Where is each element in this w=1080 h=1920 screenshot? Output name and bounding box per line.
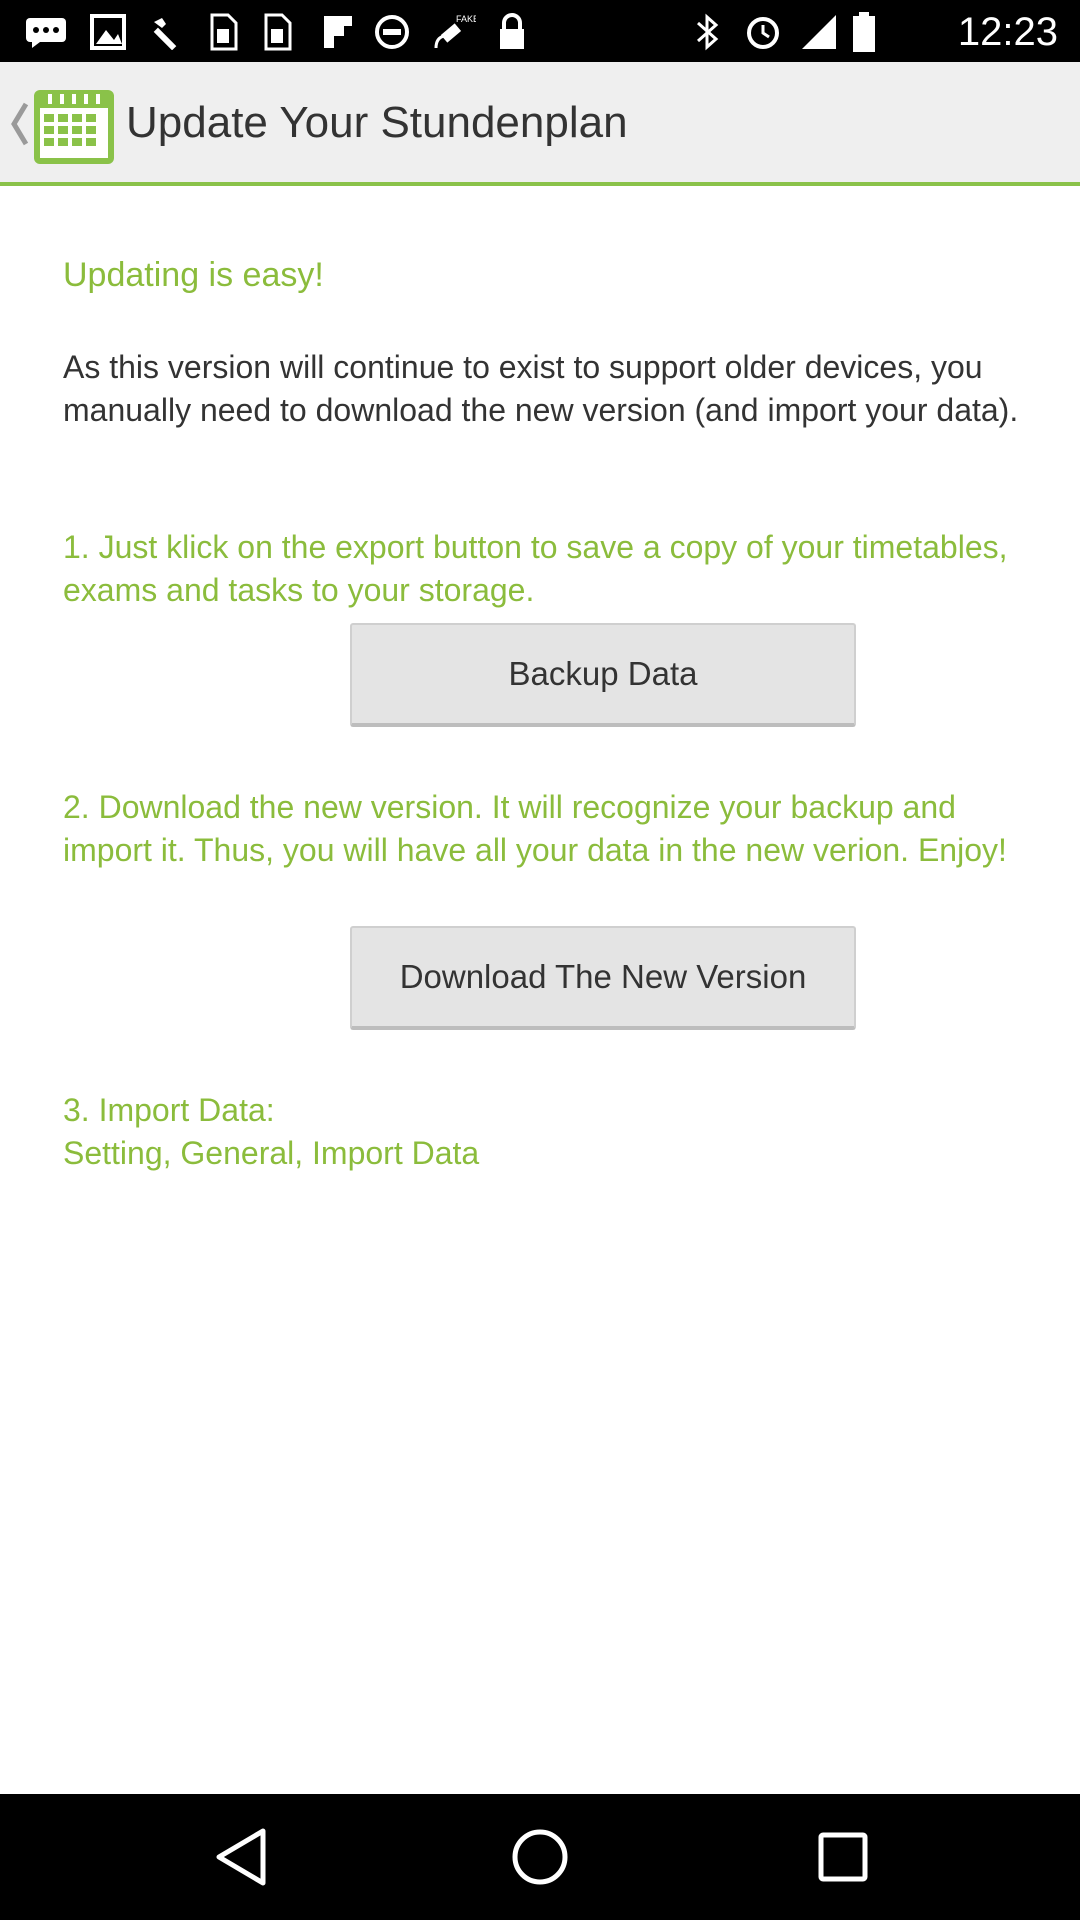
step1-text: 1. Just klick on the export button to sa…: [63, 529, 1008, 608]
navigation-bar: [0, 1794, 1080, 1920]
download-new-version-button[interactable]: Download The New Version: [350, 926, 856, 1030]
wrench-icon: [148, 14, 184, 50]
recents-icon[interactable]: [808, 1822, 878, 1892]
home-icon[interactable]: [505, 1822, 575, 1892]
intro-text: As this version will continue to exist t…: [63, 349, 1019, 428]
step2-text: 2. Download the new version. It will rec…: [63, 789, 1007, 868]
flipboard-icon: [322, 14, 354, 50]
backup-data-button[interactable]: Backup Data: [350, 623, 856, 727]
sim-icon: [208, 13, 238, 51]
status-time: 12:23: [957, 10, 1058, 54]
step3-title: 3. Import Data:: [63, 1092, 275, 1128]
calendar-app-icon[interactable]: [34, 88, 114, 164]
heading: Updating is easy!: [63, 256, 324, 294]
bluetooth-icon: [692, 13, 722, 51]
alarm-icon: [744, 14, 782, 50]
sim-icon: [262, 13, 292, 51]
status-bar: FAKE 12:23: [0, 0, 1080, 62]
message-icon: [24, 14, 68, 50]
signal-icon: [800, 14, 838, 50]
svg-text:FAKE: FAKE: [456, 14, 476, 24]
action-bar-title: Update Your Stundenplan: [126, 98, 628, 147]
action-bar: Update Your Stundenplan: [0, 62, 1080, 186]
up-chevron-icon[interactable]: [8, 98, 32, 150]
image-icon: [90, 14, 126, 50]
step3-path: Setting, General, Import Data: [63, 1135, 480, 1171]
lock-icon: [496, 13, 528, 50]
blocked-icon: [374, 14, 410, 50]
battery-icon: [852, 12, 876, 52]
fake-gps-icon: FAKE: [432, 14, 476, 50]
back-icon[interactable]: [206, 1822, 276, 1892]
